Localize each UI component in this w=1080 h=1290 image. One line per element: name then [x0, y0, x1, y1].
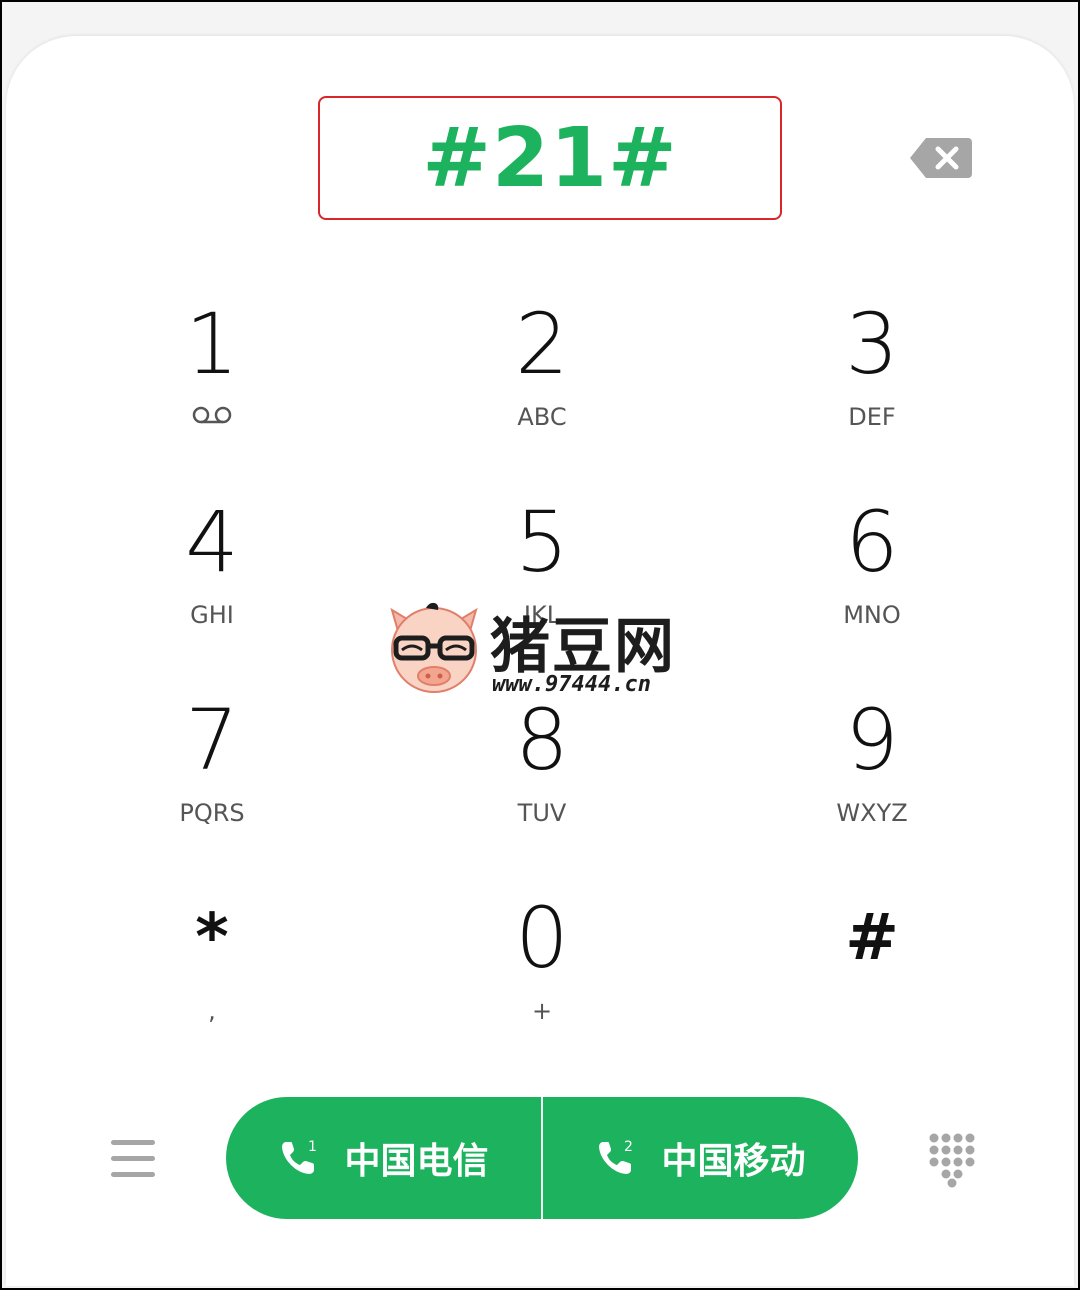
key-digit: 0	[515, 889, 569, 987]
call-sim1-button[interactable]: 1 中国电信	[226, 1097, 541, 1219]
key-letters: +	[531, 997, 553, 1025]
dialed-number: #21#	[422, 110, 678, 206]
phone-sim2-icon: 2	[599, 1139, 633, 1174]
svg-text:2: 2	[624, 1139, 633, 1155]
key-digit: 8	[515, 691, 569, 789]
key-6[interactable]: 6 MNO	[772, 494, 972, 664]
key-digit: 4	[185, 493, 239, 591]
key-letters: TUV	[517, 799, 567, 827]
key-1[interactable]: 1	[112, 296, 312, 466]
key-4[interactable]: 4 GHI	[112, 494, 312, 664]
key-letters: DEF	[848, 403, 896, 431]
key-digit: 2	[515, 295, 569, 393]
call-divider	[541, 1097, 543, 1219]
call-buttons: 1 中国电信 2 中国移动	[226, 1097, 858, 1219]
call-sim2-label: 中国移动	[661, 1141, 806, 1182]
key-8[interactable]: 8 TUV	[442, 692, 642, 862]
backspace-button[interactable]	[908, 136, 974, 180]
key-digit: #	[845, 901, 899, 975]
key-3[interactable]: 3 DEF	[772, 296, 972, 466]
key-digit: 6	[845, 493, 899, 591]
dialed-number-display: #21#	[318, 96, 782, 220]
phone-sim1-icon: 1	[282, 1139, 317, 1174]
key-letters: ,	[208, 997, 216, 1025]
voicemail-icon	[191, 402, 233, 432]
keypad-toggle-button[interactable]	[928, 1132, 976, 1188]
key-2[interactable]: 2 ABC	[442, 296, 642, 466]
key-digit: 3	[845, 295, 899, 393]
key-letters: ABC	[517, 403, 567, 431]
key-letters: GHI	[190, 601, 234, 629]
dialpad-icon	[929, 1133, 975, 1188]
key-digit: 9	[845, 691, 899, 789]
svg-text:1: 1	[308, 1139, 317, 1155]
screenshot-frame: #21# 1 2 ABC 3 DEF 4 GHI 5 JKL 6 MNO 7 PQRS 8 TUV 9 WXYZ…	[0, 0, 1080, 1290]
menu-button[interactable]	[108, 1136, 158, 1182]
key-letters: WXYZ	[836, 799, 908, 827]
key-digit: *	[195, 901, 229, 975]
call-sim2-button[interactable]: 2 中国移动	[543, 1097, 858, 1219]
key-hash[interactable]: #	[772, 890, 972, 1060]
key-digit: 1	[185, 295, 239, 393]
menu-icon	[111, 1140, 155, 1177]
key-9[interactable]: 9 WXYZ	[772, 692, 972, 862]
key-letters: MNO	[843, 601, 901, 629]
key-0[interactable]: 0 +	[442, 890, 642, 1060]
backspace-icon	[910, 138, 972, 178]
key-digit: 7	[185, 691, 239, 789]
key-digit: 5	[515, 493, 569, 591]
key-star[interactable]: *,	[112, 890, 312, 1060]
key-letters: PQRS	[179, 799, 245, 827]
call-sim1-label: 中国电信	[344, 1141, 489, 1182]
key-5[interactable]: 5 JKL	[442, 494, 642, 664]
key-7[interactable]: 7 PQRS	[112, 692, 312, 862]
key-letters: JKL	[523, 601, 561, 629]
